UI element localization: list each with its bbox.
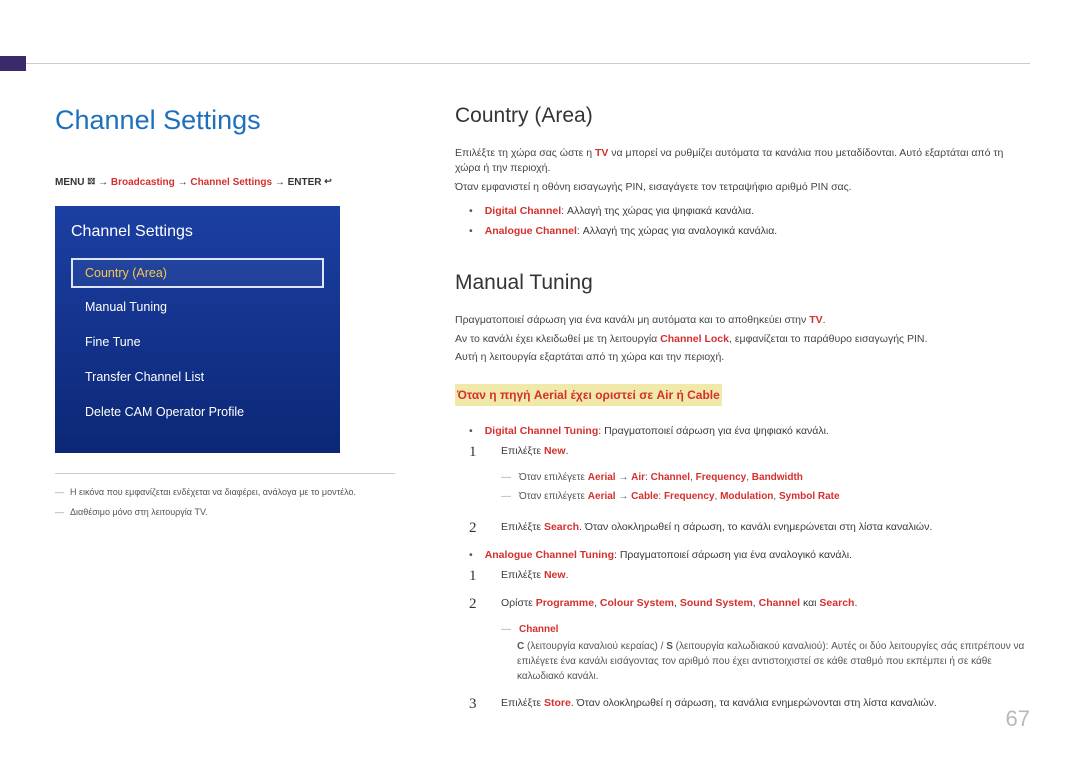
dash-icon: ― [501, 489, 511, 504]
manual-paragraph-1: Πραγματοποιεί σάρωση για ένα κανάλι μη α… [455, 313, 1030, 329]
country-paragraph-2: Όταν εμφανιστεί η οθόνη εισαγωγής PIN, ε… [455, 180, 1030, 196]
step-number: 1 [469, 568, 481, 585]
tv-panel-title: Channel Settings [71, 220, 324, 244]
bullet-analogue-channel: • Analogue Channel: Αλλαγή της χώρας για… [455, 224, 1030, 240]
section-title-country: Country (Area) [455, 100, 1030, 132]
bullet-dot-icon: • [469, 424, 473, 440]
footnotes: ― Η εικόνα που εμφανίζεται ενδέχεται να … [55, 473, 395, 519]
tv-menu-item-delete-cam[interactable]: Delete CAM Operator Profile [71, 397, 324, 428]
path-broadcasting: Broadcasting [111, 177, 175, 188]
country-paragraph-1: Επιλέξτε τη χώρα σας ώστε η TV να μπορεί… [455, 146, 1030, 178]
bullet-analogue-channel-tuning: • Analogue Channel Tuning: Πραγματοποιεί… [455, 548, 1030, 564]
sub-option-cable: ― Όταν επιλέγετε Aerial → Cable: Frequen… [501, 489, 1030, 504]
footnote-1: Η εικόνα που εμφανίζεται ενδέχεται να δι… [70, 486, 356, 500]
bullet-dot-icon: • [469, 548, 473, 564]
step-number: 2 [469, 596, 481, 684]
tv-menu-panel: Channel Settings Country (Area) Manual T… [55, 206, 340, 454]
dash-icon: ― [501, 622, 511, 637]
step-1-analogue: 1 Επιλέξτε New. [469, 568, 1030, 585]
arrow-icon: → [98, 177, 108, 188]
tv-menu-item-country-area[interactable]: Country (Area) [71, 258, 324, 289]
step-number: 3 [469, 696, 481, 713]
tv-menu-item-fine-tune[interactable]: Fine Tune [71, 327, 324, 358]
menu-icon: 𝍌 [87, 175, 95, 189]
bullet-dot-icon: • [469, 204, 473, 220]
step-2-digital: 2 Επιλέξτε Search. Όταν ολοκληρωθεί η σά… [469, 520, 1030, 537]
tv-menu-item-manual-tuning[interactable]: Manual Tuning [71, 292, 324, 323]
enter-label: ENTER [288, 177, 322, 188]
header-color-block [0, 56, 26, 71]
page-number: 67 [1006, 702, 1030, 735]
menu-label: MENU [55, 177, 84, 188]
header-rule [26, 63, 1030, 64]
path-channel-settings: Channel Settings [190, 177, 272, 188]
sub-heading-aerial: Όταν η πηγή Aerial έχει οριστεί σε Air ή… [455, 384, 722, 406]
step-3-analogue: 3 Επιλέξτε Store. Όταν ολοκληρωθεί η σάρ… [469, 696, 1030, 713]
step-1-digital: 1 Επιλέξτε New. ― Όταν επιλέγετε Aerial … [469, 444, 1030, 508]
dash-icon: ― [55, 506, 64, 520]
tv-menu-item-transfer-channel-list[interactable]: Transfer Channel List [71, 362, 324, 393]
channel-description: C (λειτουργία καναλιού κεραίας) / S (λει… [501, 639, 1030, 684]
manual-paragraph-2: Αν το κανάλι έχει κλειδωθεί με τη λειτου… [455, 332, 1030, 348]
enter-icon: ↩ [324, 175, 332, 189]
step-number: 1 [469, 444, 481, 508]
bullet-digital-channel: • Digital Channel: Αλλαγή της χώρας για … [455, 204, 1030, 220]
footnote-2: Διαθέσιμο μόνο στη λειτουργία TV. [70, 506, 208, 520]
manual-paragraph-3: Αυτή η λειτουργία εξαρτάται από τη χώρα … [455, 350, 1030, 366]
bullet-dot-icon: • [469, 224, 473, 240]
sub-option-air: ― Όταν επιλέγετε Aerial → Air: Channel, … [501, 470, 1030, 485]
section-title-manual-tuning: Manual Tuning [455, 267, 1030, 299]
arrow-icon: → [275, 177, 285, 188]
step-2-analogue: 2 Ορίστε Programme, Colour System, Sound… [469, 596, 1030, 684]
dash-icon: ― [501, 470, 511, 485]
bullet-digital-channel-tuning: • Digital Channel Tuning: Πραγματοποιεί … [455, 424, 1030, 440]
dash-icon: ― [55, 486, 64, 500]
channel-subheading: Channel [519, 622, 558, 637]
step-number: 2 [469, 520, 481, 537]
arrow-icon: → [178, 177, 188, 188]
page-title: Channel Settings [55, 100, 395, 141]
menu-path: MENU 𝍌 → Broadcasting → Channel Settings… [55, 175, 395, 190]
